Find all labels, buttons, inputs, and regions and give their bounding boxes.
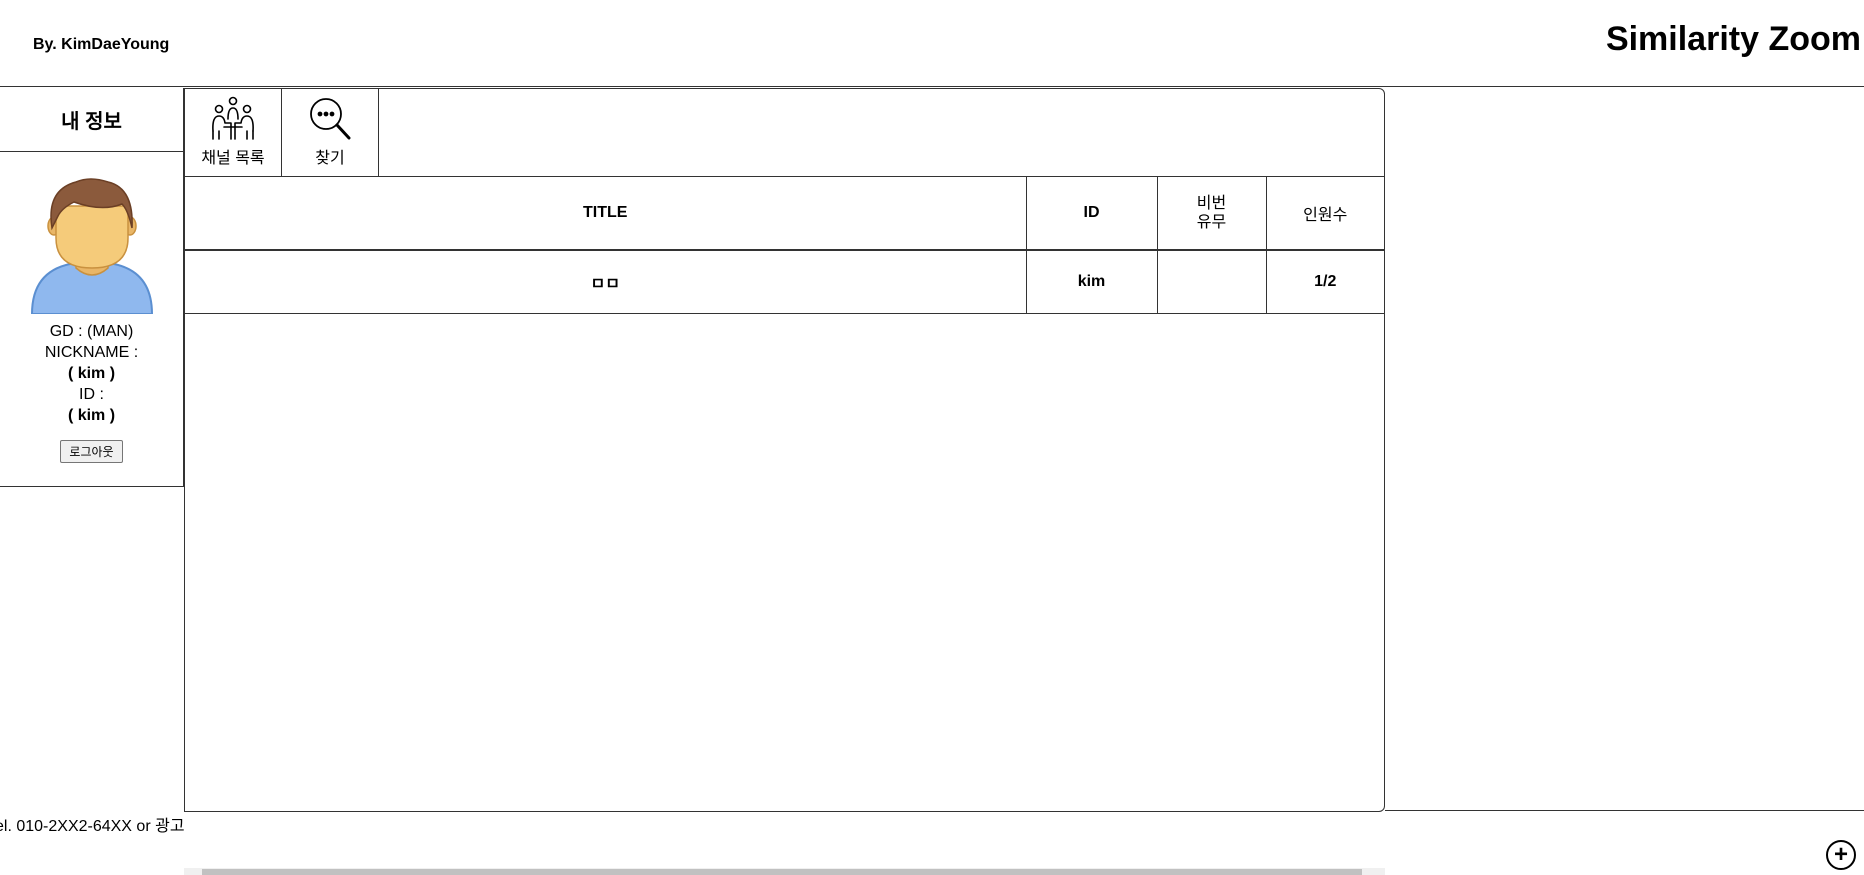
- user-avatar-icon: [30, 178, 153, 314]
- cell-title[interactable]: ㅁㅁ: [185, 249, 1027, 314]
- id-value: ( kim ): [67, 407, 116, 424]
- app-title: Similarity Zoom: [1605, 20, 1861, 58]
- logout-button[interactable]: 로그아웃: [60, 440, 123, 463]
- channel-list-button[interactable]: 채널 목록: [185, 89, 282, 177]
- gender-line: GD : (MAN): [49, 323, 134, 340]
- channel-list-label: 채널 목록: [201, 150, 265, 167]
- id-label: ID :: [79, 386, 104, 403]
- author-label: By. KimDaeYoung: [33, 36, 170, 53]
- header-title: TITLE: [185, 177, 1027, 251]
- header-password-line1: 비번: [1196, 195, 1227, 212]
- people-meeting-icon: [212, 96, 254, 140]
- profile-info: GD : (MAN) NICKNAME : ( kim ) ID : ( kim…: [0, 321, 183, 426]
- header: By. KimDaeYoung Similarity Zoom: [0, 0, 1864, 87]
- nickname-value: ( kim ): [67, 365, 116, 382]
- toolbar: 채널 목록 찾기: [185, 89, 1384, 177]
- profile-sidebar: 내 정보 GD : (MAN) NICKNAME : ( kim ) ID : …: [0, 88, 184, 487]
- cell-id: kim: [1025, 249, 1158, 314]
- cell-member-count: 1/2: [1265, 249, 1384, 314]
- main-panel: 채널 목록 찾기 TITLE ID 비번 유무 인원수 ㅁㅁ kim 1/2: [184, 88, 1385, 812]
- channel-table: TITLE ID 비번 유무 인원수 ㅁㅁ kim 1/2: [185, 177, 1384, 314]
- search-button[interactable]: 찾기: [282, 89, 379, 177]
- table-header-row: TITLE ID 비번 유무 인원수: [185, 177, 1384, 251]
- header-member-count: 인원수: [1265, 177, 1384, 251]
- footer-contact: el. 010-2XX2-64XX or 광고: [0, 818, 185, 835]
- nickname-label: NICKNAME :: [44, 344, 139, 361]
- header-password: 비번 유무: [1156, 177, 1267, 251]
- header-id: ID: [1025, 177, 1158, 251]
- horizontal-scrollbar[interactable]: [184, 868, 1385, 875]
- search-label: 찾기: [315, 150, 345, 167]
- add-button[interactable]: +: [1826, 840, 1856, 870]
- table-row[interactable]: ㅁㅁ kim 1/2: [185, 249, 1384, 314]
- sidebar-title: 내 정보: [0, 88, 183, 152]
- cell-password: [1156, 249, 1267, 314]
- search-more-icon: [310, 98, 351, 140]
- header-password-line2: 유무: [1196, 214, 1227, 231]
- scrollbar-thumb[interactable]: [202, 869, 1362, 875]
- footer-divider: [1385, 810, 1864, 811]
